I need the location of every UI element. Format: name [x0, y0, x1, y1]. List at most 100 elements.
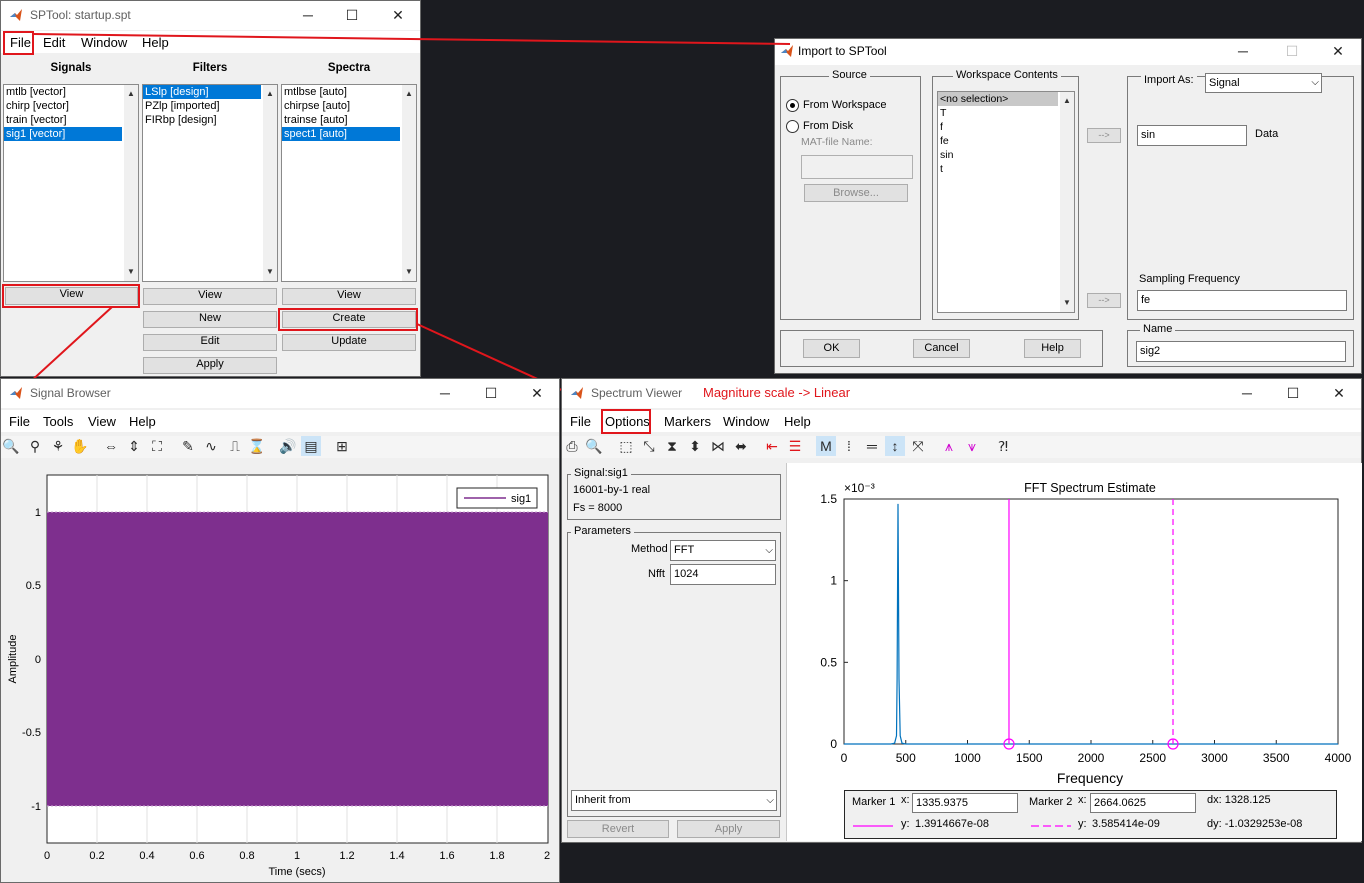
list-item[interactable]: PZlp [imported]	[143, 99, 277, 113]
list-item[interactable]: trainse [auto]	[282, 113, 416, 127]
method-select[interactable]: FFT ⌵	[670, 540, 776, 561]
menu-view[interactable]: View	[88, 414, 116, 429]
slope-markers-icon[interactable]: ⤧	[908, 436, 928, 456]
inherit-select[interactable]: Inherit from ⌵	[571, 790, 777, 811]
workspace-list[interactable]: <no selection> T f fe sin t ▲ ▼	[937, 91, 1075, 313]
apply-button[interactable]: Apply	[677, 820, 780, 838]
signals-list[interactable]: mtlb [vector] chirp [vector] train [vect…	[3, 84, 139, 282]
vertical-markers-icon[interactable]: ⁞	[839, 436, 859, 456]
scroll-down-icon[interactable]: ▼	[1060, 296, 1074, 310]
markers-toggle-icon[interactable]: M	[816, 436, 836, 456]
list-item[interactable]: chirpse [auto]	[282, 99, 416, 113]
scrollbar[interactable]: ▲ ▼	[402, 85, 416, 281]
maximize-icon[interactable]: ☐	[1283, 383, 1303, 403]
scroll-down-icon[interactable]: ▼	[402, 265, 416, 279]
menu-window[interactable]: Window	[81, 35, 127, 50]
close-icon[interactable]: ✕	[1328, 41, 1348, 61]
marker2-x-field[interactable]: 2664.0625	[1090, 793, 1196, 813]
minimize-icon[interactable]: ─	[435, 383, 455, 403]
scroll-down-icon[interactable]: ▼	[263, 265, 277, 279]
zoom-y-icon[interactable]: ⧗	[662, 436, 682, 456]
menu-help[interactable]: Help	[142, 35, 169, 50]
menu-tools[interactable]: Tools	[43, 414, 73, 429]
filters-edit-button[interactable]: Edit	[143, 334, 277, 351]
list-item[interactable]: T	[938, 106, 1074, 120]
array-icon[interactable]: ⎍	[225, 436, 245, 456]
track-markers-icon[interactable]: ↕	[885, 436, 905, 456]
data-field[interactable]: sin	[1137, 125, 1247, 146]
browse-button[interactable]: Browse...	[804, 184, 908, 202]
speaker-icon[interactable]: 🔊	[278, 436, 298, 456]
zoom-out-icon[interactable]: ⚲	[25, 436, 45, 456]
list-item[interactable]: t	[938, 162, 1074, 176]
list-item[interactable]: sig1 [vector]	[4, 127, 122, 141]
menu-help[interactable]: Help	[784, 414, 811, 429]
maximize-icon[interactable]: ☐	[481, 383, 501, 403]
pan-icon[interactable]: ✋	[70, 436, 90, 456]
filters-apply-button[interactable]: Apply	[143, 357, 277, 374]
scrollbar[interactable]: ▲ ▼	[263, 85, 277, 281]
scrollbar[interactable]: ▲ ▼	[1060, 92, 1074, 312]
list-item[interactable]: chirp [vector]	[4, 99, 138, 113]
close-icon[interactable]: ✕	[388, 5, 408, 25]
from-disk-radio[interactable]	[786, 120, 799, 133]
cancel-button[interactable]: Cancel	[913, 339, 970, 358]
scroll-up-icon[interactable]: ▲	[124, 87, 138, 101]
spectra-list[interactable]: mtlbse [auto] chirpse [auto] trainse [au…	[281, 84, 417, 282]
menu-help[interactable]: Help	[129, 414, 156, 429]
marker1-x-field[interactable]: 1335.9375	[912, 793, 1018, 813]
matfile-input[interactable]	[801, 155, 913, 179]
name-field[interactable]: sig2	[1136, 341, 1346, 362]
list-item[interactable]: LSlp [design]	[143, 85, 261, 99]
scroll-up-icon[interactable]: ▲	[402, 87, 416, 101]
maximize-icon[interactable]: ☐	[342, 5, 362, 25]
marker-left-icon[interactable]: ⇤	[762, 436, 782, 456]
markers-icon[interactable]: ∿	[201, 436, 221, 456]
revert-button[interactable]: Revert	[567, 820, 669, 838]
nfft-field[interactable]: 1024	[670, 564, 776, 585]
fs-field[interactable]: fe	[1137, 290, 1347, 311]
zoom-in-icon[interactable]: 🔍	[1, 436, 21, 456]
signal-plot[interactable]: sig1 1 0.5 0 -0.5 -1 0 0.2 0.4 0.6 0.8 1…	[1, 461, 559, 882]
menu-file[interactable]: File	[9, 414, 30, 429]
menu-window[interactable]: Window	[723, 414, 769, 429]
menu-edit[interactable]: Edit	[43, 35, 65, 50]
list-item[interactable]: FIRbp [design]	[143, 113, 277, 127]
list-item[interactable]: f	[938, 120, 1074, 134]
zoom-y-icon[interactable]: ⇕	[124, 436, 144, 456]
print-preview-icon[interactable]: 🔍	[584, 436, 604, 456]
peaks-icon[interactable]: ⩚	[939, 436, 959, 456]
spectra-update-button[interactable]: Update	[282, 334, 416, 351]
filters-list[interactable]: LSlp [design] PZlp [imported] FIRbp [des…	[142, 84, 278, 282]
help-button[interactable]: Help	[1024, 339, 1081, 358]
zoom-x-icon[interactable]: ⇔	[101, 436, 121, 456]
horizontal-markers-icon[interactable]: ═	[862, 436, 882, 456]
scroll-down-icon[interactable]: ▼	[124, 265, 138, 279]
zoom-x-in-icon[interactable]: ⋈	[708, 436, 728, 456]
fs-arrow-button[interactable]: -->	[1087, 293, 1121, 308]
marker-lines-icon[interactable]: ☰	[785, 436, 805, 456]
filters-new-button[interactable]: New	[143, 311, 277, 328]
data-arrow-button[interactable]: -->	[1087, 128, 1121, 143]
import-as-select[interactable]: Signal ⌵	[1205, 73, 1322, 93]
list-item[interactable]: fe	[938, 134, 1074, 148]
close-icon[interactable]: ✕	[527, 383, 547, 403]
ok-button[interactable]: OK	[803, 339, 860, 358]
scrollbar[interactable]: ▲ ▼	[124, 85, 138, 281]
maximize-icon[interactable]: ☐	[1282, 41, 1302, 61]
timeline-icon[interactable]: ⌛	[247, 436, 267, 456]
select-icon[interactable]: ▤	[301, 436, 321, 456]
list-item[interactable]: sin	[938, 148, 1074, 162]
minimize-icon[interactable]: ─	[1233, 41, 1253, 61]
rotate-icon[interactable]: ⚘	[48, 436, 68, 456]
zoom-fit-icon[interactable]: ⤡	[639, 436, 659, 456]
print-icon[interactable]: ⎙	[562, 436, 582, 456]
from-workspace-radio[interactable]	[786, 99, 799, 112]
list-item[interactable]: spect1 [auto]	[282, 127, 400, 141]
scroll-up-icon[interactable]: ▲	[263, 87, 277, 101]
zoom-y-out-icon[interactable]: ⬍	[685, 436, 705, 456]
panner-icon[interactable]: ⊞	[332, 436, 352, 456]
zoom-x-out-icon[interactable]: ⬌	[731, 436, 751, 456]
full-view-icon[interactable]: ⛶	[147, 436, 167, 456]
menu-file[interactable]: File	[570, 414, 591, 429]
